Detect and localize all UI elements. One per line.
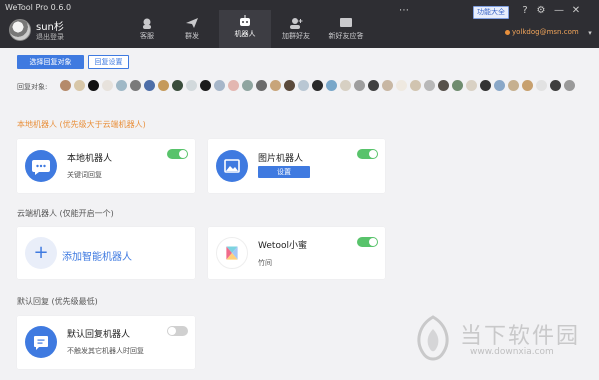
image-robot-settings-button[interactable]: 设置 — [258, 166, 310, 178]
default-reply-toggle[interactable] — [167, 326, 188, 336]
app-title: WeTool Pro 0.6.0 — [5, 3, 72, 12]
card-subtitle: 关键词回复 — [67, 171, 102, 179]
card-title: 图片机器人 — [258, 154, 304, 164]
avatar[interactable] — [522, 80, 533, 91]
avatar[interactable] — [326, 80, 337, 91]
avatar[interactable] — [424, 80, 435, 91]
avatar[interactable] — [466, 80, 477, 91]
avatar[interactable] — [396, 80, 407, 91]
wetool-xiaomi-toggle[interactable] — [357, 237, 378, 247]
avatar[interactable] — [382, 80, 393, 91]
avatar[interactable] — [270, 80, 281, 91]
message-icon — [340, 18, 352, 27]
mail-icon — [505, 30, 510, 35]
avatar[interactable] — [102, 80, 113, 91]
add-friend-icon — [290, 18, 303, 29]
close-icon[interactable]: ✕ — [570, 5, 582, 17]
chat-bubble-icon — [25, 150, 57, 182]
image-icon — [216, 150, 248, 182]
user-email[interactable]: yolkdog@msn.com — [512, 28, 579, 36]
tab-broadcast[interactable]: 群发 — [166, 12, 218, 48]
tab-robot[interactable]: 机器人 — [219, 10, 271, 48]
avatar[interactable] — [242, 80, 253, 91]
avatar[interactable] — [452, 80, 463, 91]
avatar[interactable] — [186, 80, 197, 91]
avatar[interactable] — [340, 80, 351, 91]
avatar[interactable] — [200, 80, 211, 91]
headset-icon — [143, 18, 151, 29]
avatar[interactable] — [550, 80, 561, 91]
avatar[interactable] — [298, 80, 309, 91]
watermark-text: 当下软件园 — [460, 324, 581, 349]
card-subtitle: 竹间 — [258, 259, 272, 267]
avatar[interactable] — [284, 80, 295, 91]
avatar[interactable] — [88, 80, 99, 91]
settings-icon[interactable]: ⚙ — [535, 5, 547, 17]
watermark-url: www.downxia.com — [470, 347, 554, 357]
logout-link[interactable]: 退出登录 — [36, 32, 64, 42]
minimize-icon[interactable]: — — [553, 5, 565, 17]
tab-label: 群发 — [185, 32, 199, 40]
card-subtitle: 不触发其它机器人时回复 — [67, 347, 144, 355]
card-title: 本地机器人 — [67, 154, 113, 164]
avatar[interactable] — [228, 80, 239, 91]
wetool-logo-icon — [216, 237, 248, 269]
chevron-down-icon[interactable]: ▾ — [584, 27, 596, 39]
avatar[interactable] — [116, 80, 127, 91]
local-robots-section-title: 本地机器人 (优先级大于云端机器人) — [17, 120, 146, 129]
avatar[interactable] — [144, 80, 155, 91]
avatar[interactable] — [536, 80, 547, 91]
avatar[interactable] — [172, 80, 183, 91]
avatar[interactable] — [214, 80, 225, 91]
message-icon — [25, 326, 57, 358]
wetool-xiaomi-card[interactable]: Wetool小蜜 竹间 — [208, 227, 385, 279]
cloud-robots-section-title: 云端机器人 (仅能开启一个) — [17, 209, 114, 218]
add-smart-robot-card[interactable]: + 添加智能机器人 — [17, 227, 195, 279]
avatar[interactable] — [9, 19, 31, 41]
avatar[interactable] — [494, 80, 505, 91]
tab-label: 新好友应答 — [328, 32, 364, 40]
tab-add-friends[interactable]: 加群好友 — [270, 12, 322, 48]
tab-label: 机器人 — [234, 30, 256, 38]
tab-new-friend-reply[interactable]: 新好友应答 — [320, 12, 372, 48]
image-robot-toggle[interactable] — [357, 149, 378, 159]
card-title: Wetool小蜜 — [258, 241, 307, 251]
avatar[interactable] — [368, 80, 379, 91]
avatar[interactable] — [130, 80, 141, 91]
default-reply-robot-card[interactable]: 默认回复机器人 不触发其它机器人时回复 — [17, 316, 195, 369]
features-button[interactable]: 功能大全 — [473, 6, 509, 19]
avatar[interactable] — [74, 80, 85, 91]
default-reply-section-title: 默认回复 (优先级最低) — [17, 297, 98, 306]
avatar[interactable] — [564, 80, 575, 91]
avatar[interactable] — [60, 80, 71, 91]
watermark-logo-icon — [417, 315, 449, 361]
avatar[interactable] — [256, 80, 267, 91]
avatar[interactable] — [410, 80, 421, 91]
title-bar: WeTool Pro 0.6.0 sun杉 退出登录 客服 群发 机器人 加群好… — [0, 0, 599, 48]
add-smart-robot-label: 添加智能机器人 — [62, 252, 132, 263]
username: sun杉 — [36, 22, 64, 33]
tab-label: 加群好友 — [282, 32, 310, 40]
robot-icon — [240, 15, 250, 26]
local-robot-toggle[interactable] — [167, 149, 188, 159]
reply-settings-button[interactable]: 回复设置 — [88, 55, 129, 69]
select-reply-target-button[interactable]: 选择回复对象 — [17, 55, 84, 69]
more-icon[interactable]: ⋯ — [398, 5, 410, 17]
send-icon — [186, 18, 198, 28]
avatar[interactable] — [480, 80, 491, 91]
avatar[interactable] — [508, 80, 519, 91]
plus-icon: + — [25, 237, 57, 269]
image-robot-card[interactable]: 图片机器人 设置 — [208, 139, 385, 193]
avatar[interactable] — [158, 80, 169, 91]
help-icon[interactable]: ? — [519, 5, 531, 17]
local-robot-card[interactable]: 本地机器人 关键词回复 — [17, 139, 195, 193]
avatar[interactable] — [354, 80, 365, 91]
avatar[interactable] — [312, 80, 323, 91]
avatar[interactable] — [438, 80, 449, 91]
card-title: 默认回复机器人 — [67, 330, 131, 340]
reply-target-label: 回复对象: — [17, 83, 48, 91]
